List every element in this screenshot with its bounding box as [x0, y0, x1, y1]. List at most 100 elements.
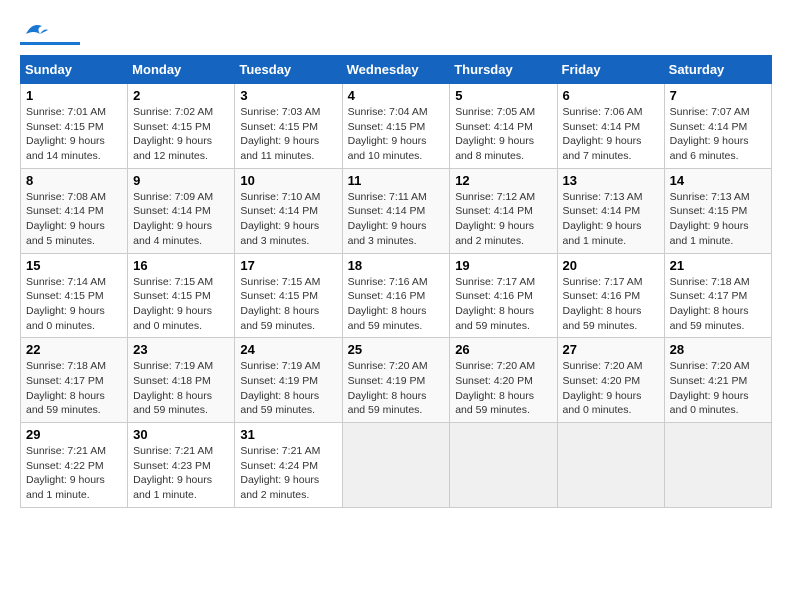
- day-number: 10: [240, 173, 336, 188]
- calendar-day-cell: 4 Sunrise: 7:04 AM Sunset: 4:15 PM Dayli…: [342, 84, 450, 169]
- day-number: 31: [240, 427, 336, 442]
- calendar-day-cell: 26 Sunrise: 7:20 AM Sunset: 4:20 PM Dayl…: [450, 338, 557, 423]
- logo: [20, 20, 80, 45]
- calendar-week-row: 8 Sunrise: 7:08 AM Sunset: 4:14 PM Dayli…: [21, 168, 772, 253]
- calendar-day-cell: 19 Sunrise: 7:17 AM Sunset: 4:16 PM Dayl…: [450, 253, 557, 338]
- calendar-day-cell: [664, 423, 771, 508]
- day-number: 9: [133, 173, 229, 188]
- day-number: 26: [455, 342, 551, 357]
- day-info: Sunrise: 7:20 AM Sunset: 4:20 PM Dayligh…: [455, 360, 535, 416]
- day-info: Sunrise: 7:15 AM Sunset: 4:15 PM Dayligh…: [240, 276, 320, 332]
- calendar-day-cell: 22 Sunrise: 7:18 AM Sunset: 4:17 PM Dayl…: [21, 338, 128, 423]
- day-info: Sunrise: 7:06 AM Sunset: 4:14 PM Dayligh…: [563, 106, 643, 162]
- day-info: Sunrise: 7:16 AM Sunset: 4:16 PM Dayligh…: [348, 276, 428, 332]
- day-number: 19: [455, 258, 551, 273]
- day-info: Sunrise: 7:15 AM Sunset: 4:15 PM Dayligh…: [133, 276, 213, 332]
- calendar-day-cell: 2 Sunrise: 7:02 AM Sunset: 4:15 PM Dayli…: [128, 84, 235, 169]
- calendar-day-cell: 17 Sunrise: 7:15 AM Sunset: 4:15 PM Dayl…: [235, 253, 342, 338]
- day-number: 4: [348, 88, 445, 103]
- day-of-week-header: Wednesday: [342, 56, 450, 84]
- logo-bird-icon: [22, 20, 50, 40]
- calendar-day-cell: [342, 423, 450, 508]
- day-info: Sunrise: 7:02 AM Sunset: 4:15 PM Dayligh…: [133, 106, 213, 162]
- calendar-day-cell: 11 Sunrise: 7:11 AM Sunset: 4:14 PM Dayl…: [342, 168, 450, 253]
- calendar-day-cell: 9 Sunrise: 7:09 AM Sunset: 4:14 PM Dayli…: [128, 168, 235, 253]
- calendar-day-cell: 16 Sunrise: 7:15 AM Sunset: 4:15 PM Dayl…: [128, 253, 235, 338]
- calendar-day-cell: 13 Sunrise: 7:13 AM Sunset: 4:14 PM Dayl…: [557, 168, 664, 253]
- day-of-week-header: Thursday: [450, 56, 557, 84]
- day-info: Sunrise: 7:21 AM Sunset: 4:23 PM Dayligh…: [133, 445, 213, 501]
- calendar-day-cell: 31 Sunrise: 7:21 AM Sunset: 4:24 PM Dayl…: [235, 423, 342, 508]
- calendar-day-cell: 20 Sunrise: 7:17 AM Sunset: 4:16 PM Dayl…: [557, 253, 664, 338]
- day-info: Sunrise: 7:09 AM Sunset: 4:14 PM Dayligh…: [133, 191, 213, 247]
- day-of-week-header: Friday: [557, 56, 664, 84]
- day-info: Sunrise: 7:14 AM Sunset: 4:15 PM Dayligh…: [26, 276, 106, 332]
- day-number: 1: [26, 88, 122, 103]
- day-number: 11: [348, 173, 445, 188]
- day-number: 24: [240, 342, 336, 357]
- day-info: Sunrise: 7:08 AM Sunset: 4:14 PM Dayligh…: [26, 191, 106, 247]
- calendar-day-cell: 3 Sunrise: 7:03 AM Sunset: 4:15 PM Dayli…: [235, 84, 342, 169]
- day-number: 28: [670, 342, 766, 357]
- day-number: 25: [348, 342, 445, 357]
- calendar-day-cell: 29 Sunrise: 7:21 AM Sunset: 4:22 PM Dayl…: [21, 423, 128, 508]
- day-info: Sunrise: 7:20 AM Sunset: 4:19 PM Dayligh…: [348, 360, 428, 416]
- day-number: 15: [26, 258, 122, 273]
- calendar-day-cell: 12 Sunrise: 7:12 AM Sunset: 4:14 PM Dayl…: [450, 168, 557, 253]
- calendar-week-row: 1 Sunrise: 7:01 AM Sunset: 4:15 PM Dayli…: [21, 84, 772, 169]
- calendar-week-row: 29 Sunrise: 7:21 AM Sunset: 4:22 PM Dayl…: [21, 423, 772, 508]
- calendar-day-cell: 30 Sunrise: 7:21 AM Sunset: 4:23 PM Dayl…: [128, 423, 235, 508]
- calendar-day-cell: 5 Sunrise: 7:05 AM Sunset: 4:14 PM Dayli…: [450, 84, 557, 169]
- day-info: Sunrise: 7:10 AM Sunset: 4:14 PM Dayligh…: [240, 191, 320, 247]
- day-number: 8: [26, 173, 122, 188]
- day-of-week-header: Tuesday: [235, 56, 342, 84]
- calendar-day-cell: 27 Sunrise: 7:20 AM Sunset: 4:20 PM Dayl…: [557, 338, 664, 423]
- calendar-day-cell: 18 Sunrise: 7:16 AM Sunset: 4:16 PM Dayl…: [342, 253, 450, 338]
- calendar-day-cell: [450, 423, 557, 508]
- calendar-day-cell: 7 Sunrise: 7:07 AM Sunset: 4:14 PM Dayli…: [664, 84, 771, 169]
- day-info: Sunrise: 7:18 AM Sunset: 4:17 PM Dayligh…: [26, 360, 106, 416]
- day-number: 14: [670, 173, 766, 188]
- day-number: 22: [26, 342, 122, 357]
- day-info: Sunrise: 7:07 AM Sunset: 4:14 PM Dayligh…: [670, 106, 750, 162]
- day-number: 30: [133, 427, 229, 442]
- day-of-week-header: Monday: [128, 56, 235, 84]
- calendar-day-cell: 15 Sunrise: 7:14 AM Sunset: 4:15 PM Dayl…: [21, 253, 128, 338]
- day-number: 12: [455, 173, 551, 188]
- day-info: Sunrise: 7:20 AM Sunset: 4:21 PM Dayligh…: [670, 360, 750, 416]
- calendar-week-row: 15 Sunrise: 7:14 AM Sunset: 4:15 PM Dayl…: [21, 253, 772, 338]
- calendar-header-row: SundayMondayTuesdayWednesdayThursdayFrid…: [21, 56, 772, 84]
- day-of-week-header: Sunday: [21, 56, 128, 84]
- day-info: Sunrise: 7:01 AM Sunset: 4:15 PM Dayligh…: [26, 106, 106, 162]
- day-info: Sunrise: 7:21 AM Sunset: 4:24 PM Dayligh…: [240, 445, 320, 501]
- day-info: Sunrise: 7:13 AM Sunset: 4:15 PM Dayligh…: [670, 191, 750, 247]
- day-number: 17: [240, 258, 336, 273]
- day-number: 21: [670, 258, 766, 273]
- calendar-day-cell: 28 Sunrise: 7:20 AM Sunset: 4:21 PM Dayl…: [664, 338, 771, 423]
- calendar-day-cell: 25 Sunrise: 7:20 AM Sunset: 4:19 PM Dayl…: [342, 338, 450, 423]
- day-number: 27: [563, 342, 659, 357]
- calendar-week-row: 22 Sunrise: 7:18 AM Sunset: 4:17 PM Dayl…: [21, 338, 772, 423]
- day-info: Sunrise: 7:05 AM Sunset: 4:14 PM Dayligh…: [455, 106, 535, 162]
- calendar-day-cell: 8 Sunrise: 7:08 AM Sunset: 4:14 PM Dayli…: [21, 168, 128, 253]
- day-number: 18: [348, 258, 445, 273]
- calendar-day-cell: 21 Sunrise: 7:18 AM Sunset: 4:17 PM Dayl…: [664, 253, 771, 338]
- day-number: 5: [455, 88, 551, 103]
- day-number: 23: [133, 342, 229, 357]
- day-number: 29: [26, 427, 122, 442]
- day-number: 6: [563, 88, 659, 103]
- calendar-day-cell: 10 Sunrise: 7:10 AM Sunset: 4:14 PM Dayl…: [235, 168, 342, 253]
- day-info: Sunrise: 7:18 AM Sunset: 4:17 PM Dayligh…: [670, 276, 750, 332]
- day-info: Sunrise: 7:13 AM Sunset: 4:14 PM Dayligh…: [563, 191, 643, 247]
- day-info: Sunrise: 7:03 AM Sunset: 4:15 PM Dayligh…: [240, 106, 320, 162]
- calendar-day-cell: [557, 423, 664, 508]
- day-number: 7: [670, 88, 766, 103]
- logo-underline: [20, 42, 80, 45]
- page-header: [20, 20, 772, 45]
- calendar-table: SundayMondayTuesdayWednesdayThursdayFrid…: [20, 55, 772, 508]
- calendar-day-cell: 6 Sunrise: 7:06 AM Sunset: 4:14 PM Dayli…: [557, 84, 664, 169]
- day-of-week-header: Saturday: [664, 56, 771, 84]
- day-info: Sunrise: 7:20 AM Sunset: 4:20 PM Dayligh…: [563, 360, 643, 416]
- day-info: Sunrise: 7:17 AM Sunset: 4:16 PM Dayligh…: [455, 276, 535, 332]
- calendar-day-cell: 24 Sunrise: 7:19 AM Sunset: 4:19 PM Dayl…: [235, 338, 342, 423]
